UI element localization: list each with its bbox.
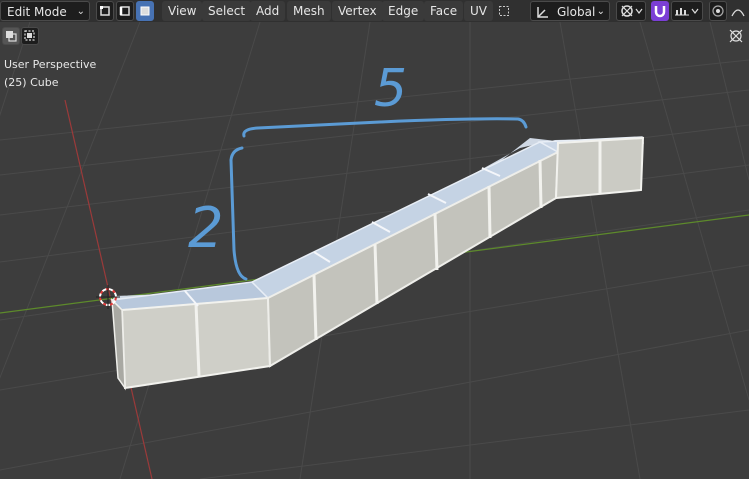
snap-increment-icon <box>675 8 699 16</box>
edge-select-icon <box>119 6 130 16</box>
mode-label: Edit Mode <box>7 5 67 19</box>
width-label: 5 <box>374 59 407 119</box>
falloff-curve-icon <box>731 9 745 17</box>
menu-select[interactable]: Select <box>202 1 252 21</box>
uv-select-icon[interactable] <box>496 1 512 21</box>
height-label: 2 <box>188 196 224 261</box>
vertex-select-icon <box>100 6 110 16</box>
viewport-header: Edit Mode ⌄ View Select Add Mesh Vertex … <box>0 0 749 22</box>
snap-target-selector[interactable] <box>671 1 703 21</box>
proportional-edit-icon <box>712 5 724 17</box>
menu-view[interactable]: View <box>162 1 203 21</box>
menu-add[interactable]: Add <box>250 1 286 21</box>
height-bracket <box>229 146 248 281</box>
menu-vertex[interactable]: Vertex <box>332 1 383 21</box>
menu-edge[interactable]: Edge <box>382 1 425 21</box>
width-bracket <box>242 117 528 138</box>
transform-orientation-selector[interactable]: Global ⌄ <box>530 1 610 21</box>
menu-face[interactable]: Face <box>424 1 464 21</box>
magnet-icon <box>654 6 666 18</box>
select-extend-icon <box>24 30 35 41</box>
select-mode-extend-button[interactable] <box>21 27 39 45</box>
select-new-icon <box>6 31 17 42</box>
edge-select-button[interactable] <box>116 1 134 21</box>
pivot-point-icon <box>621 5 643 17</box>
face-select-button[interactable] <box>136 1 154 21</box>
menu-mesh[interactable]: Mesh <box>287 1 331 21</box>
chevron-down-icon: ⌄ <box>76 6 85 17</box>
proportional-editing-toggle[interactable] <box>709 1 727 21</box>
viewport-3d[interactable]: 5 2 <box>0 0 749 479</box>
menu-uv[interactable]: UV <box>464 1 493 21</box>
chevron-down-icon: ⌄ <box>596 6 605 17</box>
gizmo-icon <box>729 29 743 43</box>
snap-toggle[interactable] <box>651 1 669 21</box>
gizmo-overlay-toggle[interactable] <box>727 27 745 45</box>
select-mode-new-button[interactable] <box>2 27 20 45</box>
pivot-point-selector[interactable] <box>616 1 646 21</box>
mode-selector[interactable]: Edit Mode ⌄ <box>0 1 90 21</box>
mesh-cube[interactable] <box>110 136 645 391</box>
view-name-label: User Perspective <box>4 58 97 71</box>
orientation-label: Global <box>557 5 596 19</box>
orientation-axes-icon <box>537 7 548 18</box>
active-object-label: (25) Cube <box>4 76 59 89</box>
face-select-icon <box>140 6 150 16</box>
proportional-falloff-selector[interactable] <box>729 1 747 21</box>
vertex-select-button[interactable] <box>96 1 114 21</box>
